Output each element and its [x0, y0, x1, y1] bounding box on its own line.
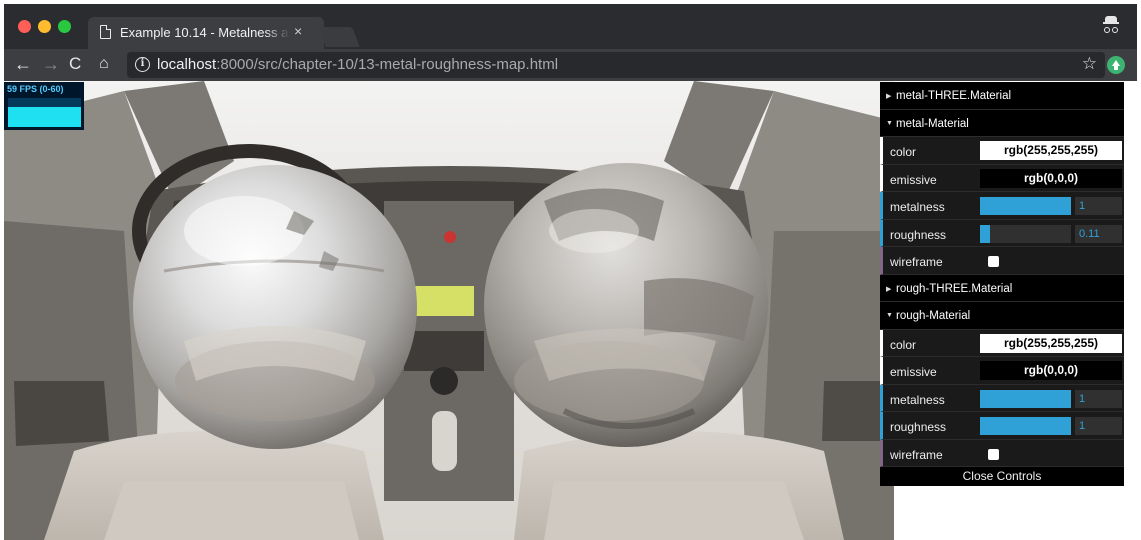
rough-wireframe-control: wireframe — [880, 439, 1124, 467]
metal-roughness-control: roughness 0.11 — [880, 219, 1124, 247]
address-bar[interactable]: i localhost:8000/src/chapter-10/13-metal… — [127, 52, 1105, 78]
title-bar: Example 10.14 - Metalness and × — [4, 4, 1137, 49]
url-host: localhost — [157, 56, 217, 73]
reload-icon[interactable]: C — [69, 54, 81, 74]
rough-emissive-input[interactable]: rgb(0,0,0) — [980, 361, 1122, 380]
incognito-icon — [1103, 16, 1119, 36]
rough-sphere — [484, 163, 768, 447]
folder-rough-material[interactable]: ▼ rough-Material — [880, 302, 1124, 330]
arrow-collapsed-icon: ▶ — [886, 285, 892, 293]
rough-metalness-slider[interactable] — [980, 389, 1071, 408]
folder-title: rough-Material — [896, 310, 971, 322]
fps-label: 59 FPS (0-60) — [7, 84, 64, 94]
metal-metalness-slider[interactable] — [980, 197, 1071, 215]
control-label: wireframe — [890, 447, 943, 462]
metal-color-control: color rgb(255,255,255) — [880, 137, 1124, 165]
folder-title: metal-Material — [896, 117, 969, 130]
rough-color-input[interactable]: rgb(255,255,255) — [980, 333, 1122, 353]
folder-metal-three-material[interactable]: ▶ metal-THREE.Material — [880, 82, 1124, 110]
tab-active[interactable]: Example 10.14 - Metalness and × — [88, 17, 324, 49]
arrow-collapsed-icon: ▶ — [886, 93, 892, 100]
rough-metalness-value[interactable]: 1 — [1075, 389, 1122, 408]
control-label: roughness — [890, 227, 947, 242]
control-label: emissive — [890, 172, 937, 187]
url-text[interactable]: localhost:8000/src/chapter-10/13-metal-r… — [157, 56, 558, 73]
metal-sphere — [133, 165, 417, 449]
close-icon[interactable]: × — [294, 23, 302, 39]
rough-emissive-control: emissive rgb(0,0,0) — [880, 357, 1124, 385]
folder-title: rough-THREE.Material — [896, 282, 1013, 295]
browser-toolbar: ← → C ⌂ i localhost:8000/src/chapter-10/… — [4, 49, 1137, 81]
close-window-button[interactable] — [18, 20, 31, 33]
folder-title: metal-THREE.Material — [896, 90, 1012, 102]
metal-roughness-value[interactable]: 0.11 — [1075, 224, 1122, 243]
close-controls-button[interactable]: Close Controls — [880, 467, 1124, 486]
controls-panel: ▶ metal-THREE.Material ▼ metal-Material … — [880, 82, 1124, 486]
control-label: color — [890, 145, 917, 159]
control-label: emissive — [890, 365, 937, 379]
rough-metalness-control: metalness 1 — [880, 384, 1124, 412]
new-tab-button[interactable] — [318, 27, 360, 47]
metal-color-input[interactable]: rgb(255,255,255) — [980, 141, 1122, 160]
arrow-expanded-icon: ▼ — [886, 119, 893, 127]
metal-metalness-value[interactable]: 1 — [1075, 197, 1122, 215]
rough-roughness-control: roughness 1 — [880, 412, 1124, 440]
rough-color-control: color rgb(255,255,255) — [880, 329, 1124, 357]
folder-rough-three-material[interactable]: ▶ rough-THREE.Material — [880, 274, 1124, 302]
control-label: color — [890, 337, 917, 352]
rough-roughness-value[interactable]: 1 — [1075, 417, 1122, 435]
webgl-canvas[interactable] — [4, 81, 894, 540]
forward-arrow-icon[interactable]: → — [42, 54, 60, 74]
minimize-window-button[interactable] — [38, 20, 51, 33]
control-label: wireframe — [890, 255, 943, 269]
fps-graph — [8, 98, 81, 127]
browser-window: Example 10.14 - Metalness and × ← → C ⌂ … — [0, 0, 1141, 540]
tab-title: Example 10.14 - Metalness and — [120, 25, 290, 40]
url-path: :8000/src/chapter-10/13-metal-roughness-… — [216, 56, 559, 73]
arrow-expanded-icon: ▼ — [886, 312, 893, 319]
page-icon — [100, 25, 111, 39]
rough-roughness-slider[interactable] — [980, 417, 1071, 435]
info-icon[interactable]: i — [135, 57, 150, 72]
maximize-window-button[interactable] — [58, 20, 71, 33]
control-label: metalness — [890, 392, 945, 407]
metal-metalness-control: metalness 1 — [880, 192, 1124, 220]
metal-emissive-input[interactable]: rgb(0,0,0) — [980, 168, 1122, 188]
control-label: roughness — [890, 420, 947, 434]
fps-stats-panel[interactable]: 59 FPS (0-60) — [4, 82, 84, 130]
metal-emissive-control: emissive rgb(0,0,0) — [880, 164, 1124, 192]
metal-wireframe-control: wireframe — [880, 247, 1124, 275]
metal-roughness-slider[interactable] — [980, 224, 1071, 243]
extension-icon[interactable] — [1107, 56, 1125, 74]
home-icon[interactable]: ⌂ — [99, 54, 109, 74]
folder-metal-material[interactable]: ▼ metal-Material — [880, 109, 1124, 137]
rough-wireframe-checkbox[interactable] — [988, 448, 999, 460]
star-icon[interactable]: ☆ — [1082, 54, 1097, 74]
control-label: metalness — [890, 200, 945, 214]
fps-graph-bar — [8, 107, 81, 127]
metal-wireframe-checkbox[interactable] — [988, 256, 999, 267]
back-arrow-icon[interactable]: ← — [14, 54, 32, 74]
